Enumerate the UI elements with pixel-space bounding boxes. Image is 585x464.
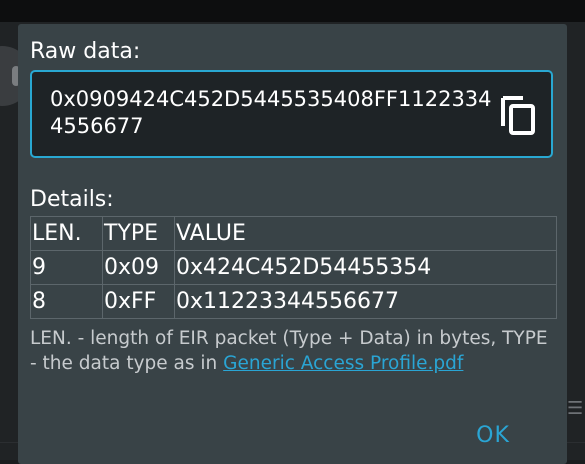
header-len: LEN. (30, 216, 103, 251)
details-table: LEN. TYPE VALUE 9 0x09 0x424C452D5445535… (30, 216, 557, 319)
table-row: 9 0x09 0x424C452D54455354 (30, 250, 557, 285)
copy-button[interactable] (499, 94, 539, 136)
cell-value: 0x11223344556677 (174, 284, 557, 319)
header-type: TYPE (102, 216, 175, 251)
gap-spec-link[interactable]: Generic Access Profile.pdf (223, 353, 463, 374)
cell-value: 0x424C452D54455354 (174, 250, 557, 285)
table-row: 8 0xFF 0x11223344556677 (30, 284, 557, 319)
cell-len: 9 (30, 250, 103, 285)
cell-len: 8 (30, 284, 103, 319)
cell-type: 0x09 (102, 250, 175, 285)
ok-button[interactable]: OK (458, 418, 528, 454)
raw-data-value[interactable]: 0x0909424C452D5445535408FF11223344556677 (50, 86, 495, 140)
copy-icon (501, 96, 535, 135)
app-top-bar (0, 0, 585, 22)
background-menu-icon: ☰ (567, 398, 584, 419)
table-header-row: LEN. TYPE VALUE (30, 216, 557, 251)
details-footnote: LEN. - length of EIR packet (Type + Data… (30, 326, 560, 376)
raw-data-field[interactable]: 0x0909424C452D5445535408FF11223344556677 (30, 70, 553, 158)
raw-data-label: Raw data: (30, 39, 141, 64)
header-value: VALUE (174, 216, 557, 251)
details-label: Details: (30, 187, 114, 212)
raw-data-dialog: Raw data: 0x0909424C452D5445535408FF1122… (18, 24, 567, 464)
cell-type: 0xFF (102, 284, 175, 319)
